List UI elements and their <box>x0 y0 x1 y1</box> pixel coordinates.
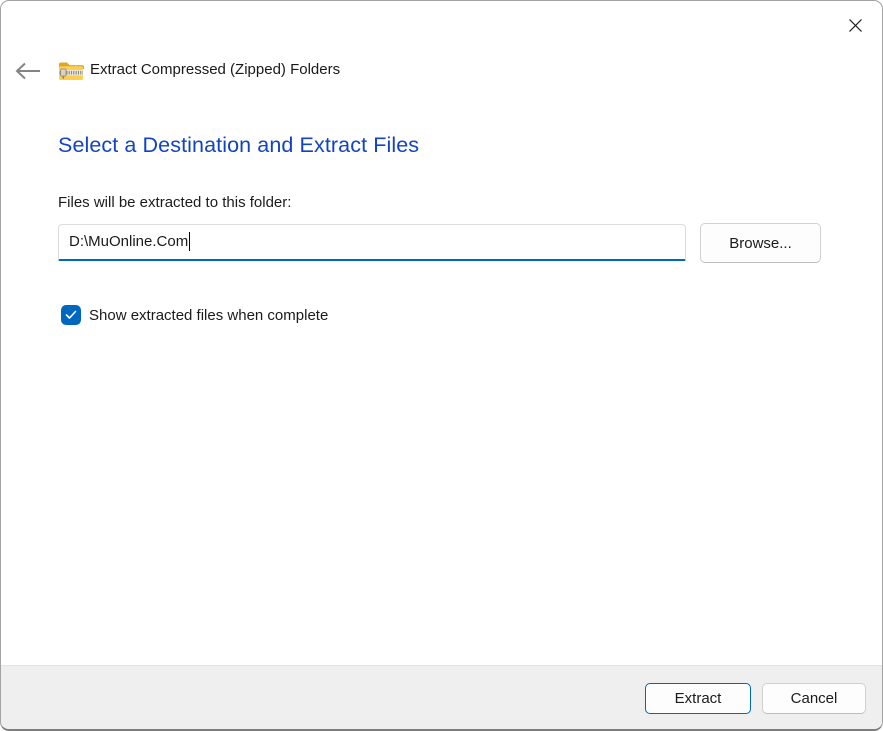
extract-button[interactable]: Extract <box>645 683 751 714</box>
destination-path-input[interactable]: D:\MuOnline.Com <box>58 224 686 261</box>
show-files-checkbox[interactable] <box>61 305 81 325</box>
text-caret <box>189 232 190 251</box>
extract-dialog-window: Extract Compressed (Zipped) Folders Sele… <box>0 0 883 731</box>
browse-button-label: Browse... <box>729 235 792 252</box>
back-button[interactable] <box>13 58 43 84</box>
show-files-checkbox-label[interactable]: Show extracted files when complete <box>89 307 328 324</box>
cancel-button-label: Cancel <box>791 690 838 707</box>
close-icon <box>848 18 863 33</box>
show-files-checkbox-row: Show extracted files when complete <box>61 305 328 325</box>
destination-path-value: D:\MuOnline.Com <box>69 233 188 250</box>
cancel-button[interactable]: Cancel <box>762 683 866 714</box>
dialog-title: Extract Compressed (Zipped) Folders <box>90 61 340 78</box>
page-heading: Select a Destination and Extract Files <box>58 133 419 158</box>
back-arrow-icon <box>15 62 41 80</box>
destination-label: Files will be extracted to this folder: <box>58 194 291 211</box>
zipped-folder-icon <box>58 58 84 84</box>
close-button[interactable] <box>841 11 869 39</box>
extract-button-label: Extract <box>675 690 722 707</box>
checkmark-icon <box>65 310 77 320</box>
screen: Extract Compressed (Zipped) Folders Sele… <box>0 0 883 731</box>
browse-button[interactable]: Browse... <box>700 223 821 263</box>
